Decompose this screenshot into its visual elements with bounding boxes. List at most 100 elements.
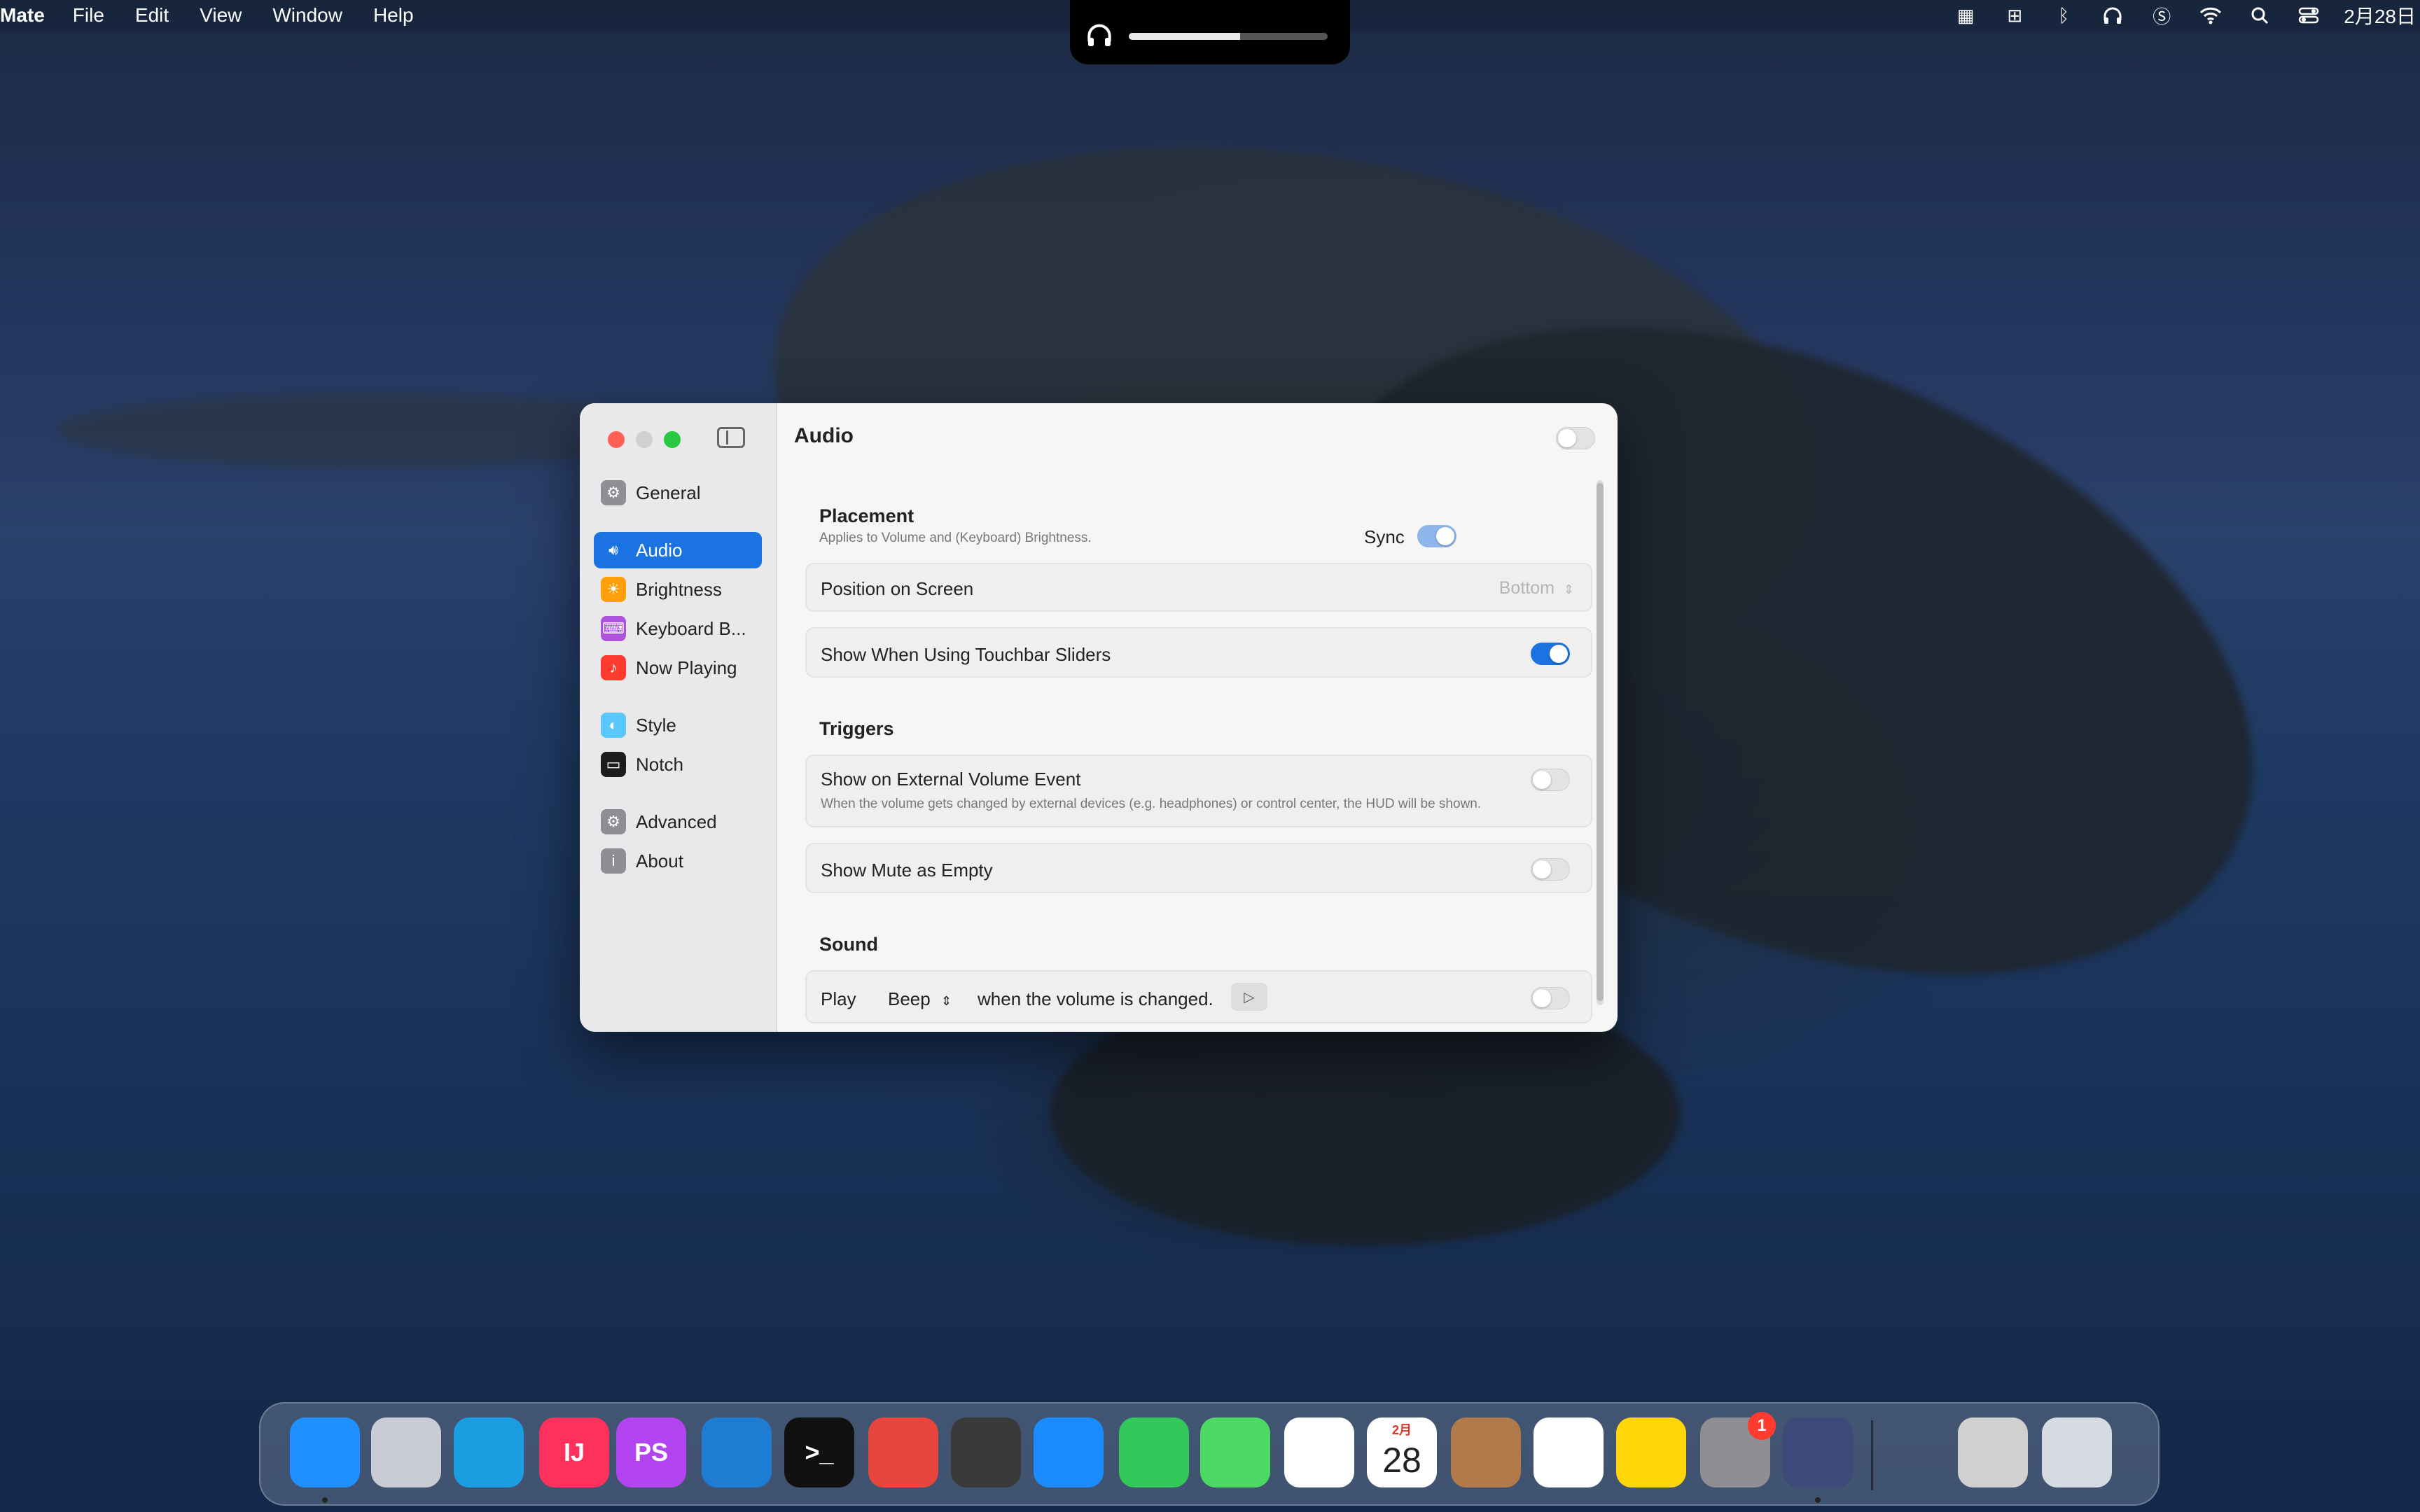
app-store-icon[interactable]: [1034, 1418, 1104, 1488]
sound-value: Beep: [888, 988, 931, 1009]
maps-icon[interactable]: [1200, 1418, 1270, 1488]
search-icon[interactable]: [2246, 4, 2274, 27]
running-indicator: [322, 1497, 328, 1503]
mute-empty-toggle[interactable]: [1531, 858, 1570, 881]
control-center-icon[interactable]: [2295, 4, 2323, 27]
master-toggle[interactable]: [1556, 427, 1595, 449]
section-heading-sound: Sound: [819, 934, 878, 955]
sidebar-item-notch[interactable]: ▭ Notch: [594, 746, 762, 783]
content-pane: Audio Placement Applies to Volume and (K…: [777, 403, 1618, 1032]
volume-bar: [1129, 33, 1328, 40]
sidebar-item-style[interactable]: ◐ Style: [594, 707, 762, 743]
menu-clock[interactable]: 2月28日: [2344, 1, 2416, 29]
touchbar-row: Show When Using Touchbar Sliders: [805, 627, 1592, 678]
menu-edit[interactable]: Edit: [135, 4, 169, 27]
position-label: Position on Screen: [821, 578, 974, 599]
sound-suffix: when the volume is changed.: [978, 988, 1214, 1009]
external-volume-toggle[interactable]: [1531, 769, 1570, 791]
sidebar-item-now-playing[interactable]: ♪ Now Playing: [594, 650, 762, 686]
play-icon: ▷: [1244, 989, 1255, 1005]
notification-badge: 1: [1748, 1412, 1776, 1440]
input-method-icon[interactable]: ⊞: [2001, 4, 2029, 27]
sidebar-item-label: About: [636, 850, 683, 872]
info-icon: i: [601, 848, 626, 874]
scrollbar-thumb[interactable]: [1597, 483, 1604, 1001]
close-button[interactable]: [608, 431, 625, 448]
chrome-icon[interactable]: [868, 1418, 938, 1488]
preview-icon[interactable]: [1958, 1418, 2028, 1488]
photos-icon[interactable]: [1284, 1418, 1354, 1488]
touchbar-toggle[interactable]: [1531, 643, 1570, 665]
launchpad-icon[interactable]: [371, 1418, 441, 1488]
play-sound-button[interactable]: ▷: [1231, 983, 1267, 1011]
sidebar-toggle-icon[interactable]: [717, 427, 745, 448]
sound-toggle[interactable]: [1531, 987, 1570, 1009]
palette-icon: ◐: [601, 713, 626, 738]
notes-icon[interactable]: [1616, 1418, 1686, 1488]
sound-row: Play Beep ⇕ when the volume is changed. …: [805, 970, 1592, 1023]
position-select[interactable]: Bottom ⇕: [1499, 578, 1574, 598]
calculator-icon[interactable]: [951, 1418, 1021, 1488]
display-icon: ▭: [601, 752, 626, 777]
reminders-icon[interactable]: [1534, 1418, 1604, 1488]
calendar-icon[interactable]: 2月 28: [1367, 1418, 1437, 1488]
calendar-month: 2月: [1391, 1423, 1412, 1437]
sidebar-item-label: Now Playing: [636, 657, 737, 678]
headphones-icon[interactable]: [2099, 4, 2127, 27]
grid-icon[interactable]: ▦: [1952, 4, 1980, 27]
position-value: Bottom: [1498, 578, 1555, 598]
dock-divider: [1871, 1420, 1873, 1490]
sidebar-item-keyboard-brightness[interactable]: ⌨ Keyboard B...: [594, 610, 762, 647]
mate-icon[interactable]: [1783, 1418, 1853, 1488]
app-menu[interactable]: Mate: [0, 4, 45, 27]
finder-icon[interactable]: [290, 1418, 360, 1488]
gears-icon: ⚙: [601, 809, 626, 834]
edge-icon[interactable]: [454, 1418, 524, 1488]
sidebar-item-label: General: [636, 482, 701, 503]
music-note-icon: ♪: [601, 655, 626, 680]
calendar-day: 28: [1382, 1441, 1421, 1480]
settings-window: ⚙ General 🔊︎ Audio ☀ Brightness ⌨ Keyboa…: [580, 403, 1618, 1032]
scrollbar[interactable]: [1597, 480, 1604, 1005]
phpstorm-icon[interactable]: PS: [616, 1418, 686, 1488]
position-row: Position on Screen Bottom ⇕: [805, 563, 1592, 612]
terminal-icon[interactable]: >_: [784, 1418, 854, 1488]
shortcut-s-icon[interactable]: Ⓢ: [2148, 4, 2176, 27]
minimize-button[interactable]: [636, 431, 653, 448]
sidebar-item-label: Style: [636, 714, 676, 736]
mute-empty-row: Show Mute as Empty: [805, 843, 1592, 893]
external-volume-description: When the volume gets changed by external…: [821, 797, 1482, 811]
sidebar-item-general[interactable]: ⚙ General: [594, 475, 762, 511]
sidebar-item-label: Notch: [636, 753, 683, 775]
vscode-icon[interactable]: [702, 1418, 772, 1488]
zoom-button[interactable]: [664, 431, 681, 448]
messages-icon[interactable]: [1119, 1418, 1189, 1488]
app-icon-label: PS: [634, 1438, 669, 1466]
volume-bar-fill: [1129, 33, 1241, 40]
wifi-icon[interactable]: [2197, 4, 2225, 27]
bluetooth-icon[interactable]: ᛒ: [2050, 4, 2078, 27]
sound-select[interactable]: Beep ⇕: [888, 988, 952, 1010]
sidebar-item-advanced[interactable]: ⚙ Advanced: [594, 804, 762, 840]
external-volume-row: Show on External Volume Event When the v…: [805, 755, 1592, 827]
menu-view[interactable]: View: [200, 4, 242, 27]
sun-icon: ☀: [601, 577, 626, 602]
mute-empty-label: Show Mute as Empty: [821, 860, 993, 881]
sidebar: ⚙ General 🔊︎ Audio ☀ Brightness ⌨ Keyboa…: [580, 403, 777, 1032]
menu-file[interactable]: File: [73, 4, 104, 27]
system-settings-icon[interactable]: 1: [1700, 1412, 1776, 1488]
speaker-icon: 🔊︎: [601, 538, 626, 563]
volume-hud: [1070, 0, 1350, 64]
menu-window[interactable]: Window: [272, 4, 342, 27]
trash-icon[interactable]: [2042, 1418, 2112, 1488]
sidebar-item-label: Audio: [636, 539, 683, 561]
sync-toggle[interactable]: [1417, 525, 1456, 547]
menu-help[interactable]: Help: [373, 4, 414, 27]
sidebar-item-brightness[interactable]: ☀ Brightness: [594, 571, 762, 608]
contacts-icon[interactable]: [1451, 1418, 1521, 1488]
sidebar-item-label: Keyboard B...: [636, 617, 746, 639]
external-volume-label: Show on External Volume Event: [821, 769, 1081, 790]
sidebar-item-about[interactable]: i About: [594, 843, 762, 879]
intellij-icon[interactable]: IJ: [539, 1418, 609, 1488]
sidebar-item-audio[interactable]: 🔊︎ Audio: [594, 532, 762, 568]
